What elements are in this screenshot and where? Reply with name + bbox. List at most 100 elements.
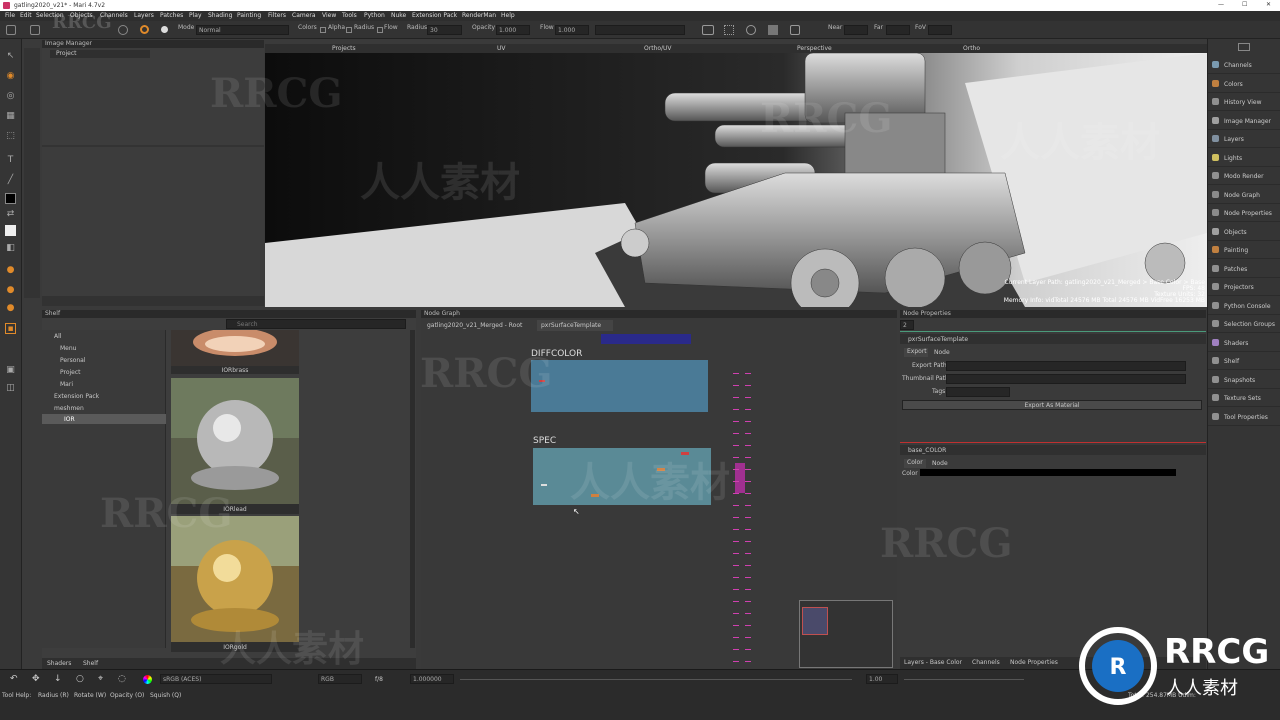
text-tool-icon[interactable]: T: [5, 155, 16, 166]
history-icon[interactable]: ◫: [5, 383, 16, 394]
transform-tool-icon[interactable]: ⬚: [5, 131, 16, 142]
brush-dot-icon[interactable]: [161, 26, 168, 33]
minimap-view-rect[interactable]: [802, 607, 828, 635]
fill-tool-icon[interactable]: ▦: [5, 111, 16, 122]
dock-item-selection-groups[interactable]: Selection Groups: [1208, 315, 1280, 333]
dock-item-objects[interactable]: Objects: [1208, 223, 1280, 241]
alpha-checkbox[interactable]: [320, 27, 326, 33]
move-icon[interactable]: ✥: [32, 674, 40, 684]
sphere-c-icon[interactable]: ●: [5, 303, 16, 314]
opacity-field[interactable]: 1.000: [496, 25, 530, 35]
node-graph-panel[interactable]: gatling2020_v21_Merged - Root pxrSurface…: [421, 318, 897, 669]
spec-node-a[interactable]: [541, 484, 547, 486]
far-field[interactable]: [886, 25, 910, 35]
snapshot-icon[interactable]: ▣: [5, 365, 16, 376]
tab-shelf[interactable]: Shelf: [83, 660, 98, 667]
menu-channels[interactable]: Channels: [100, 12, 128, 19]
tree-item-extension-pack[interactable]: Extension Pack: [54, 393, 99, 400]
target-icon[interactable]: [746, 25, 756, 35]
menu-file[interactable]: File: [5, 12, 15, 19]
dock-item-tool-properties[interactable]: Tool Properties: [1208, 408, 1280, 426]
tree-item-personal[interactable]: Personal: [60, 357, 86, 364]
minimize-icon[interactable]: —: [1218, 1, 1224, 8]
channel-select[interactable]: RGB: [318, 674, 362, 684]
backdrop-diffcolor[interactable]: [531, 360, 708, 412]
close-icon[interactable]: ✕: [1266, 1, 1271, 8]
colorspace-select[interactable]: sRGB (ACES): [160, 674, 272, 684]
section-pxr-header[interactable]: pxrSurfaceTemplate: [900, 334, 1206, 344]
menu-tools[interactable]: Tools: [342, 12, 357, 19]
menu-camera[interactable]: Camera: [292, 12, 316, 19]
radius-checkbox[interactable]: [346, 27, 352, 33]
crosshair-icon[interactable]: ⌖: [98, 674, 103, 684]
dock-item-shelf[interactable]: Shelf: [1208, 352, 1280, 370]
view-tab-ortho-uv[interactable]: Ortho/UV: [644, 45, 672, 52]
tags-field[interactable]: [946, 387, 1010, 397]
shelf-scrollbar[interactable]: [410, 330, 415, 648]
flow-field[interactable]: 1.000: [555, 25, 589, 35]
dock-item-shaders[interactable]: Shaders: [1208, 334, 1280, 352]
node-graph-tab-pxr[interactable]: pxrSurfaceTemplate: [537, 320, 613, 331]
dock-item-projectors[interactable]: Projectors: [1208, 278, 1280, 296]
brush-settings-icon[interactable]: [30, 25, 40, 35]
gain-field[interactable]: 1.000000: [410, 674, 454, 684]
dock-item-patches[interactable]: Patches: [1208, 260, 1280, 278]
gamma-field[interactable]: 1.00: [866, 674, 898, 684]
menu-shading[interactable]: Shading: [208, 12, 232, 19]
color-wheel-icon[interactable]: [143, 675, 152, 684]
light-icon[interactable]: [790, 25, 800, 35]
dock-item-channels[interactable]: Channels: [1208, 56, 1280, 74]
tab-layers-base-color[interactable]: Layers - Base Color: [904, 659, 962, 666]
export-path-field[interactable]: [946, 361, 1186, 371]
dock-item-node-graph[interactable]: Node Graph: [1208, 186, 1280, 204]
paint-tool-icon[interactable]: ◉: [5, 71, 16, 82]
export-material-button[interactable]: Export As Material: [902, 400, 1202, 410]
node-graph-tab-root[interactable]: gatling2020_v21_Merged - Root: [425, 321, 533, 331]
undo-icon[interactable]: ↶: [10, 674, 18, 684]
tree-item-ior[interactable]: IOR: [42, 414, 166, 424]
tree-item-mari[interactable]: Mari: [60, 381, 73, 388]
flow-checkbox[interactable]: [377, 27, 383, 33]
spec-node-c[interactable]: [657, 468, 665, 471]
view-tab-perspective[interactable]: Perspective: [797, 45, 832, 52]
grayscale-icon[interactable]: ◧: [5, 243, 16, 254]
brush-tip-icon[interactable]: [140, 25, 149, 34]
splitter[interactable]: [42, 145, 264, 147]
menu-filters[interactable]: Filters: [268, 12, 286, 19]
mask-icon[interactable]: ▪: [5, 323, 16, 334]
menu-extension-pack[interactable]: Extension Pack: [412, 12, 457, 19]
diff-node[interactable]: [539, 380, 545, 382]
grid-icon[interactable]: [724, 25, 734, 35]
tab-shaders[interactable]: Shaders: [47, 660, 71, 667]
exposure-slider[interactable]: [460, 679, 852, 680]
shelf-thumb-iorlead[interactable]: IORlead: [171, 378, 299, 514]
dock-item-texture-sets[interactable]: Texture Sets: [1208, 389, 1280, 407]
tree-item-all[interactable]: All: [54, 333, 61, 340]
props-tab-export[interactable]: Export: [904, 348, 928, 357]
tree-item-meshmen[interactable]: meshmen: [54, 405, 84, 412]
tab-node-properties[interactable]: Node Properties: [1010, 659, 1058, 666]
spec-node-b[interactable]: [591, 494, 599, 497]
thumbnail-path-field[interactable]: [946, 374, 1186, 384]
near-field[interactable]: [844, 25, 868, 35]
view-tab-projects[interactable]: Projects: [332, 45, 356, 52]
sphere-a-icon[interactable]: ●: [5, 265, 16, 276]
properties-count-field[interactable]: 2: [900, 320, 914, 330]
tree-item-project[interactable]: Project: [60, 369, 81, 376]
dock-item-layers[interactable]: Layers: [1208, 130, 1280, 148]
shelf-thumb-iorbrass[interactable]: IORbrass: [171, 330, 299, 374]
camera-icon[interactable]: [702, 25, 714, 35]
select-tool-icon[interactable]: ↖: [5, 51, 16, 62]
fov-field[interactable]: [928, 25, 952, 35]
line-tool-icon[interactable]: ╱: [5, 175, 16, 186]
menu-help[interactable]: Help: [501, 12, 515, 19]
paint-mode-icon[interactable]: [118, 25, 128, 35]
dock-item-python-console[interactable]: Python Console: [1208, 297, 1280, 315]
dock-item-lights[interactable]: Lights: [1208, 149, 1280, 167]
dock-item-node-properties[interactable]: Node Properties: [1208, 204, 1280, 222]
menu-renderman[interactable]: RenderMan: [462, 12, 496, 19]
tree-item-menu[interactable]: Menu: [60, 345, 76, 352]
shelf-search-input[interactable]: Search: [226, 319, 406, 329]
menu-view[interactable]: View: [322, 12, 336, 19]
menu-play[interactable]: Play: [189, 12, 202, 19]
